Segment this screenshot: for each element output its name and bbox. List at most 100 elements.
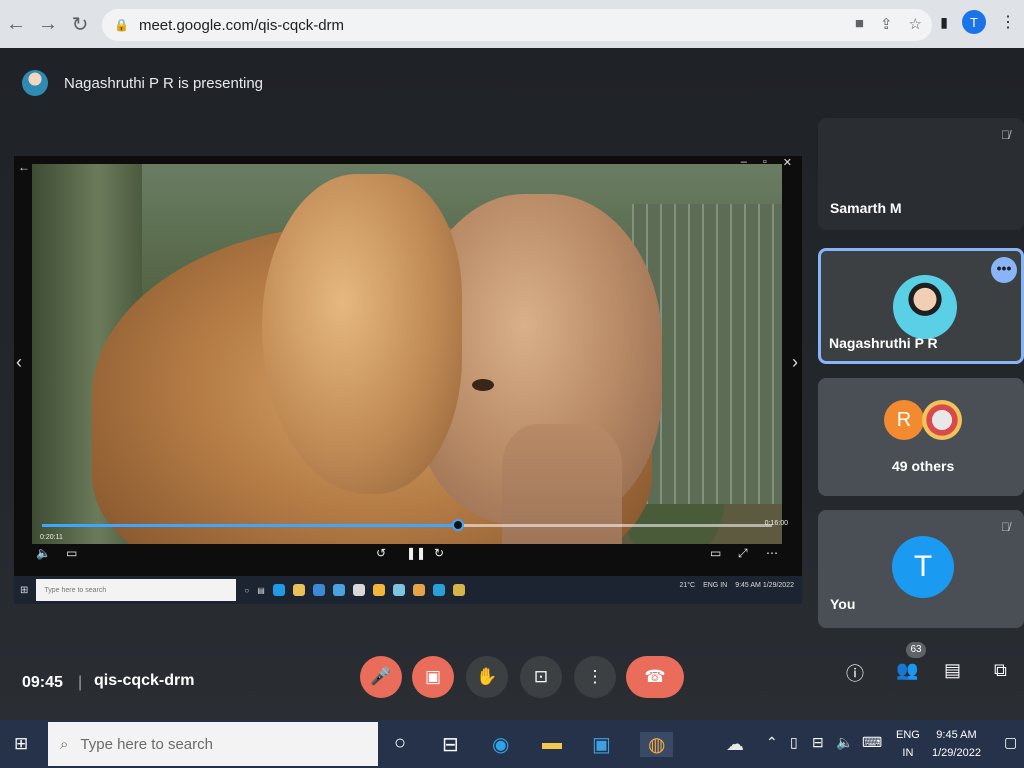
search-icon: ⌕ xyxy=(60,735,69,753)
reload-icon[interactable]: ↻ xyxy=(64,12,96,37)
back-icon[interactable]: ← xyxy=(0,13,32,36)
participant-tile-samarth[interactable]: 🎙̸ Samarth M xyxy=(818,118,1024,230)
leave-call-button[interactable]: ☎ xyxy=(626,656,684,698)
present-now-button[interactable]: ⊡ xyxy=(520,656,562,698)
network-icon[interactable]: ⊟ xyxy=(812,734,824,751)
volume-icon[interactable]: 🔈 xyxy=(836,734,853,751)
tray-app-icon[interactable]: ▯ xyxy=(790,734,798,751)
elephant-video[interactable] xyxy=(32,164,782,544)
address-bar[interactable]: 🔒 meet.google.com/qis-cqck-drm ■ ⇪ ☆ xyxy=(102,9,932,41)
edge-icon[interactable]: ◉ xyxy=(492,732,509,757)
forward-30-icon[interactable]: ↻ xyxy=(434,546,444,560)
video-progress-bar[interactable] xyxy=(42,519,772,531)
presenter-avatar xyxy=(22,70,48,96)
meeting-details-icon[interactable]: ⓘ xyxy=(846,660,864,686)
participant-avatar xyxy=(893,275,957,339)
video-progress-fill xyxy=(42,524,459,527)
notification-icon[interactable]: ▢ xyxy=(1004,734,1017,751)
inner-search-box: Type here to search xyxy=(36,579,237,601)
video-progress-knob[interactable] xyxy=(452,519,465,531)
captions-icon[interactable]: ▭ xyxy=(66,546,77,560)
star-icon[interactable]: ☆ xyxy=(909,15,922,33)
raise-hand-button[interactable]: ✋ xyxy=(466,656,508,698)
lang-bottom: IN xyxy=(902,747,914,759)
more-options-button[interactable]: ••• xyxy=(991,257,1017,283)
mic-off-icon: 🎙̸ xyxy=(1001,520,1010,534)
activities-icon[interactable]: ⧉ xyxy=(994,660,1007,681)
volume-icon[interactable]: 🔈 xyxy=(36,546,51,560)
file-explorer-icon[interactable]: ▬ xyxy=(542,732,562,755)
pause-icon[interactable]: ❚❚ xyxy=(406,546,426,560)
cortana-icon[interactable]: ○ xyxy=(394,732,406,755)
camera-off-button[interactable]: ▣ xyxy=(412,656,454,698)
rewind-icon[interactable]: ↺ xyxy=(376,546,386,560)
miniplayer-icon[interactable]: ▭ xyxy=(710,546,721,560)
meeting-clock: 09:45 xyxy=(22,674,63,691)
store-icon[interactable]: ▣ xyxy=(592,732,611,757)
video-time-current: 0:20:11 xyxy=(40,534,63,541)
more-options-button[interactable]: ⋮ xyxy=(574,656,616,698)
inner-search-placeholder: Type here to search xyxy=(44,586,107,594)
participant-avatar-r: R xyxy=(884,400,924,440)
sidepanel-icon[interactable]: ▮ xyxy=(940,14,948,31)
inner-cortana-icon: ○ xyxy=(244,585,250,595)
share-icon[interactable]: ⇪ xyxy=(880,15,893,33)
chrome-icon[interactable]: ◍ xyxy=(640,732,674,757)
presented-taskbar: ⊞ Type here to search ○ ▤ 21°C ENG IN 9:… xyxy=(14,576,802,604)
inner-store-icon xyxy=(312,584,325,596)
inner-media-icon xyxy=(432,584,445,596)
inner-mail-icon xyxy=(332,584,345,596)
taskbar-clock[interactable]: 9:45 AM 1/29/2022 xyxy=(932,726,981,762)
inner-system-tray: 21°C ENG IN 9:45 AM 1/29/2022 xyxy=(679,582,794,589)
inner-app2-icon xyxy=(392,584,405,596)
keyboard-icon[interactable]: ⌨ xyxy=(862,734,882,751)
previous-arrow-icon[interactable]: ‹ xyxy=(16,352,22,373)
elephant-eye xyxy=(472,379,494,391)
participant-tile-you[interactable]: 🎙̸ T You xyxy=(818,510,1024,628)
inner-clock: 9:45 AM 1/29/2022 xyxy=(735,582,794,589)
lang-top: ENG xyxy=(896,729,920,741)
inner-vlc-icon xyxy=(372,584,385,596)
presenter-label: Nagashruthi P R is presenting xyxy=(64,74,263,92)
inner-chrome2-icon xyxy=(452,584,465,596)
inner-app-icon xyxy=(352,584,365,596)
task-view-icon[interactable]: ⊟ xyxy=(442,732,459,757)
inner-chrome-icon xyxy=(412,584,425,596)
people-icon[interactable]: 👥 xyxy=(896,660,918,681)
presented-screen[interactable]: ← – ▫ ✕ ‹ › 0:20:11 0:16:00 🔈 ▭ ↺ ❚❚ ↻ ▭… xyxy=(14,156,802,604)
participant-avatar-image xyxy=(922,400,962,440)
participant-name: Nagashruthi P R xyxy=(829,335,938,351)
meeting-code: qis-cqck-drm xyxy=(94,672,195,689)
close-icon[interactable]: ✕ xyxy=(783,156,792,169)
microphone-off-button[interactable]: 🎤 xyxy=(360,656,402,698)
camera-icon[interactable]: ■ xyxy=(855,15,864,33)
participant-tile-nagashruthi[interactable]: ••• Nagashruthi P R xyxy=(818,248,1024,364)
others-count-label: 49 others xyxy=(892,458,955,474)
more-options-icon[interactable]: ⋯ xyxy=(766,546,778,560)
inner-weather: 21°C xyxy=(679,582,696,589)
language-indicator[interactable]: ENG IN xyxy=(896,726,920,762)
menu-icon[interactable]: ⋮ xyxy=(1000,12,1016,32)
presenter-bar: Nagashruthi P R is presenting xyxy=(22,70,263,96)
clock-date: 1/29/2022 xyxy=(932,747,981,759)
people-count-badge: 63 xyxy=(906,642,926,658)
participant-tile-others[interactable]: R 49 others xyxy=(818,378,1024,496)
next-arrow-icon[interactable]: › xyxy=(792,352,798,373)
participant-name: You xyxy=(830,596,856,612)
windows-taskbar: ⊞ ⌕ Type here to search ○ ⊟ ◉ ▬ ▣ ◍ ☁ ⌃ … xyxy=(0,720,1024,768)
forward-icon[interactable]: → xyxy=(32,13,64,36)
onedrive-icon[interactable]: ☁ xyxy=(726,734,744,755)
meeting-separator: | xyxy=(78,674,83,691)
mic-off-icon: 🎙̸ xyxy=(1001,128,1010,142)
fullscreen-icon[interactable]: ⤢ xyxy=(738,546,748,561)
windows-start-icon[interactable]: ⊞ xyxy=(14,734,28,754)
lock-icon[interactable]: 🔒 xyxy=(114,18,129,32)
tray-expand-icon[interactable]: ⌃ xyxy=(766,734,778,751)
video-back-icon[interactable]: ← xyxy=(18,160,30,174)
inner-taskview-icon: ▤ xyxy=(257,585,265,595)
inner-files-icon xyxy=(292,584,305,596)
chat-icon[interactable]: ▤ xyxy=(944,660,961,681)
taskbar-search-box[interactable]: ⌕ Type here to search xyxy=(48,722,378,766)
meet-stage: Nagashruthi P R is presenting ← – ▫ ✕ ‹ … xyxy=(0,48,1024,720)
profile-avatar[interactable]: T xyxy=(962,10,986,34)
